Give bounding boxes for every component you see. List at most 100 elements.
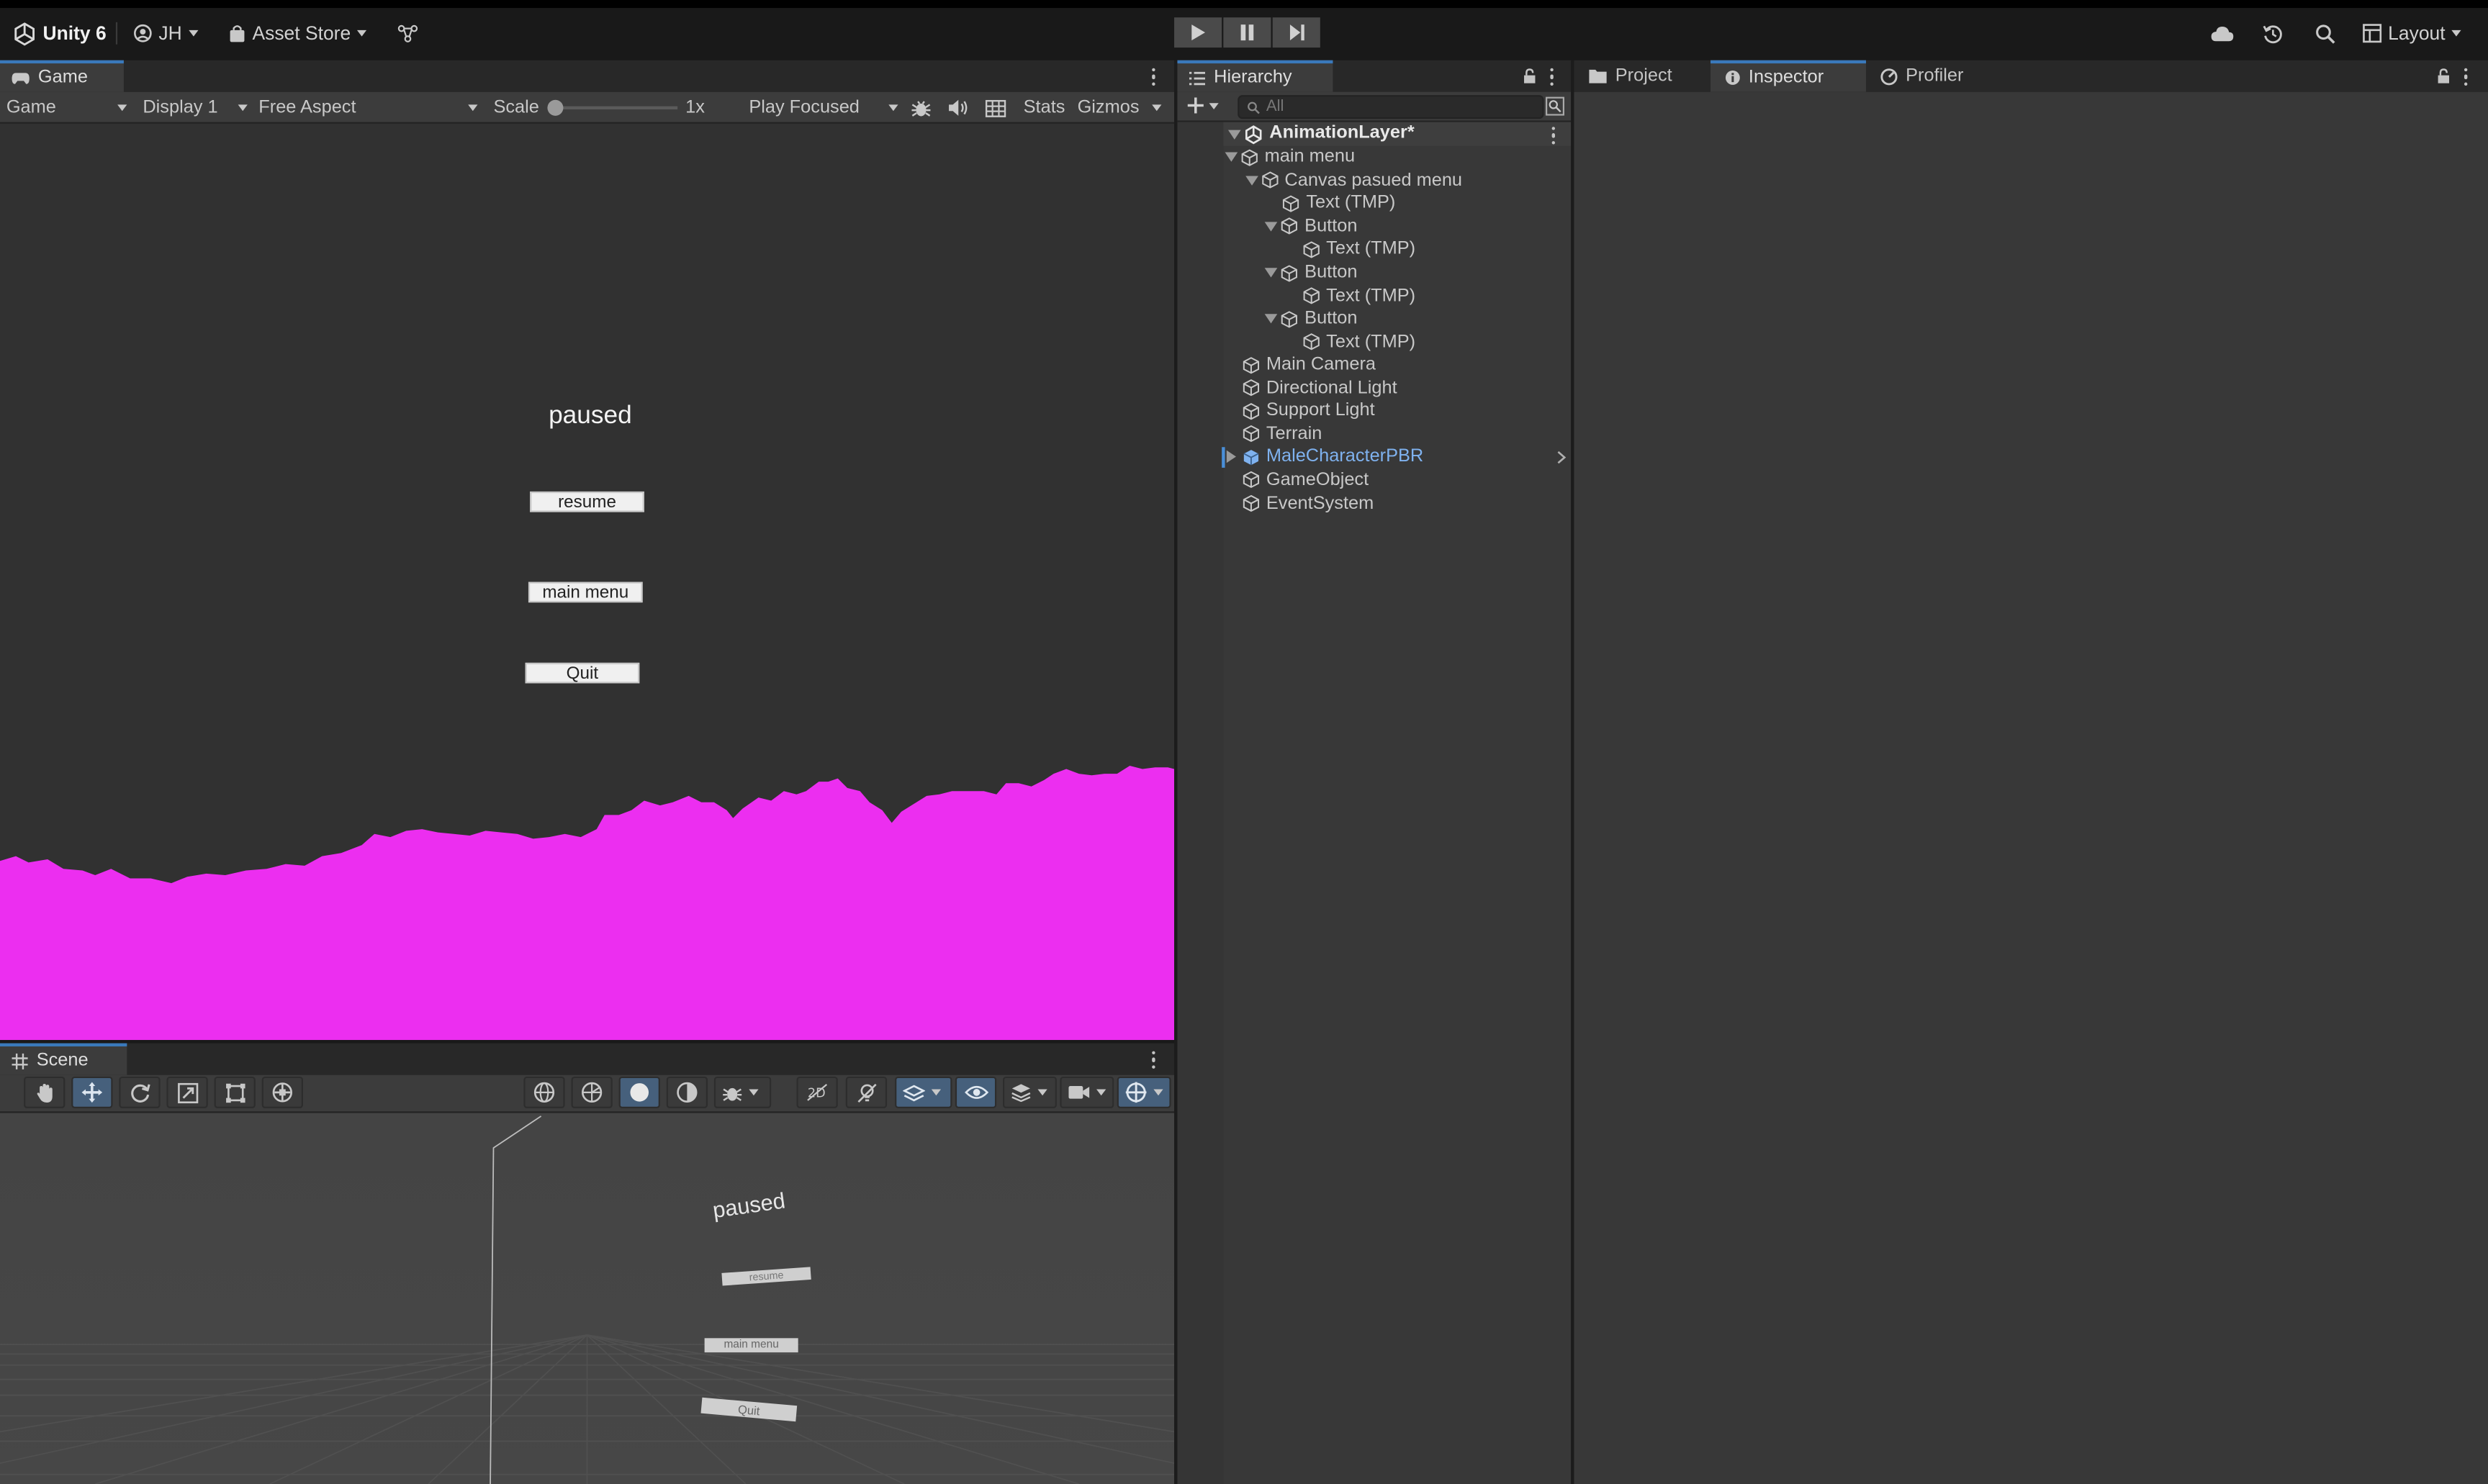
chevron-down-icon [1037, 1089, 1047, 1096]
collapse-arrow-icon[interactable] [1225, 153, 1238, 163]
kebab-menu-icon[interactable] [1152, 1051, 1157, 1069]
hierarchy-item[interactable]: Canvas pasued menu [1223, 169, 1571, 192]
collapse-arrow-icon[interactable] [1245, 176, 1258, 186]
kebab-menu-icon[interactable] [1550, 68, 1555, 86]
hand-tool-button[interactable] [24, 1076, 66, 1108]
hierarchy-item[interactable]: Text (TMP) [1223, 284, 1571, 307]
hierarchy-item[interactable]: EventSystem [1223, 492, 1571, 515]
scale-slider-thumb[interactable] [547, 99, 564, 116]
step-button[interactable] [1272, 17, 1320, 48]
shortcuts-button[interactable] [985, 92, 1006, 124]
play-mode-label: Play Focused [749, 98, 860, 118]
shaded-button[interactable] [618, 1076, 660, 1108]
stats-button[interactable]: Stats [1024, 92, 1065, 124]
tab-inspector[interactable]: Inspector [1710, 60, 1867, 92]
game-view[interactable]: paused resume main menu Quit [0, 123, 1175, 1041]
expand-arrow-icon[interactable] [1226, 451, 1236, 464]
rect-tool-button[interactable] [214, 1076, 256, 1108]
scene-header-row[interactable]: AnimationLayer* [1223, 122, 1573, 146]
lighting-button[interactable] [666, 1076, 708, 1108]
kebab-menu-icon[interactable] [1551, 127, 1557, 145]
hierarchy-item-label: Terrain [1266, 425, 1322, 444]
gizmos-scene-dropdown[interactable] [1117, 1076, 1171, 1108]
hierarchy-item[interactable]: main menu [1223, 146, 1571, 169]
wireframe-button[interactable] [571, 1076, 613, 1108]
collapse-arrow-icon[interactable] [1265, 222, 1278, 232]
tab-label: Inspector [1748, 68, 1824, 88]
hierarchy-item[interactable]: Button [1223, 307, 1571, 330]
scale-tool-button[interactable] [166, 1076, 208, 1108]
terrain-shape [0, 766, 1175, 1041]
tab-project[interactable]: Project [1574, 60, 1710, 92]
hierarchy-search-input[interactable]: All [1238, 95, 1544, 119]
kebab-menu-icon[interactable] [1152, 68, 1157, 86]
tab-scene[interactable]: Scene [0, 1043, 127, 1075]
move-tool-button[interactable] [71, 1076, 113, 1108]
scene-tab-strip: Scene [0, 1043, 1175, 1075]
version-control-button[interactable] [397, 16, 419, 50]
aspect-dropdown[interactable]: Free Aspect [258, 92, 478, 124]
lighting-toggle-button[interactable] [845, 1076, 888, 1108]
hierarchy-item[interactable]: Support Light [1223, 399, 1571, 422]
collapse-arrow-icon[interactable] [1227, 129, 1241, 139]
2d-toggle-button[interactable]: 2D [796, 1076, 838, 1108]
kebab-menu-icon[interactable] [2464, 68, 2469, 86]
hierarchy-item[interactable]: Main Camera [1223, 353, 1571, 376]
unity-logo-button[interactable]: Unity 6 [13, 16, 107, 50]
search-button[interactable] [2315, 16, 2336, 50]
audio-button[interactable] [947, 92, 968, 124]
account-dropdown[interactable]: JH [133, 16, 198, 50]
bug-button[interactable] [911, 92, 932, 124]
pause-button[interactable] [1223, 17, 1271, 48]
gameobject-cube-icon [1243, 402, 1260, 420]
create-dropdown[interactable] [1187, 96, 1219, 114]
scene-name: AnimationLayer* [1269, 122, 1415, 142]
camera-dropdown[interactable] [1060, 1076, 1114, 1108]
visibility-toggle-button[interactable] [955, 1076, 997, 1108]
layers-dropdown[interactable] [1002, 1076, 1057, 1108]
hierarchy-item[interactable]: MaleCharacterPBR [1223, 445, 1571, 469]
hierarchy-item[interactable]: Text (TMP) [1223, 238, 1571, 261]
draw-mode-dropdown[interactable] [713, 1076, 772, 1108]
scene-view[interactable]: paused resume main menu Quit [0, 1113, 1175, 1484]
cloud-button[interactable] [2210, 16, 2234, 50]
lightbulb-off-icon [857, 1082, 876, 1102]
gameobject-cube-icon [1243, 425, 1260, 443]
chevron-down-icon [888, 104, 898, 112]
layout-dropdown[interactable]: Layout [2363, 16, 2461, 50]
hierarchy-item[interactable]: GameObject [1223, 469, 1571, 492]
play-mode-dropdown[interactable]: Play Focused [749, 92, 898, 124]
game-mode-dropdown[interactable]: Game [6, 92, 127, 124]
move-icon [81, 1082, 103, 1103]
pause-icon [1240, 24, 1254, 41]
orientation-button[interactable] [523, 1076, 565, 1108]
scale-icon [176, 1082, 198, 1103]
hierarchy-item[interactable]: Text (TMP) [1223, 330, 1571, 353]
layers-effects-icon [903, 1084, 925, 1101]
rotate-tool-button[interactable] [119, 1076, 161, 1108]
hand-icon [36, 1082, 52, 1102]
lock-icon[interactable] [2437, 68, 2450, 84]
play-button[interactable] [1174, 17, 1222, 48]
hierarchy-item[interactable]: Button [1223, 215, 1571, 238]
hierarchy-item[interactable]: Directional Light [1223, 376, 1571, 399]
collapse-arrow-icon[interactable] [1265, 314, 1278, 324]
tab-profiler[interactable]: Profiler [1869, 60, 2002, 92]
chevron-right-icon[interactable] [1556, 451, 1567, 465]
hierarchy-item[interactable]: Button [1223, 261, 1571, 284]
lock-icon[interactable] [1523, 68, 1536, 84]
gizmos-dropdown[interactable]: Gizmos [1078, 92, 1162, 124]
scale-slider[interactable] [547, 99, 678, 116]
display-dropdown[interactable]: Display 1 [143, 92, 248, 124]
tab-hierarchy[interactable]: Hierarchy [1177, 60, 1333, 92]
divider [115, 22, 118, 45]
undo-history-button[interactable] [2263, 16, 2284, 50]
hierarchy-item[interactable]: Terrain [1223, 422, 1571, 445]
search-scene-icon[interactable] [1546, 96, 1565, 116]
hierarchy-item[interactable]: Text (TMP) [1223, 192, 1571, 215]
transform-tool-button[interactable] [261, 1076, 303, 1108]
collapse-arrow-icon[interactable] [1265, 268, 1278, 278]
asset-store-dropdown[interactable]: Asset Store [228, 16, 367, 50]
tab-game[interactable]: Game [0, 60, 124, 92]
effects-dropdown[interactable] [895, 1076, 952, 1108]
